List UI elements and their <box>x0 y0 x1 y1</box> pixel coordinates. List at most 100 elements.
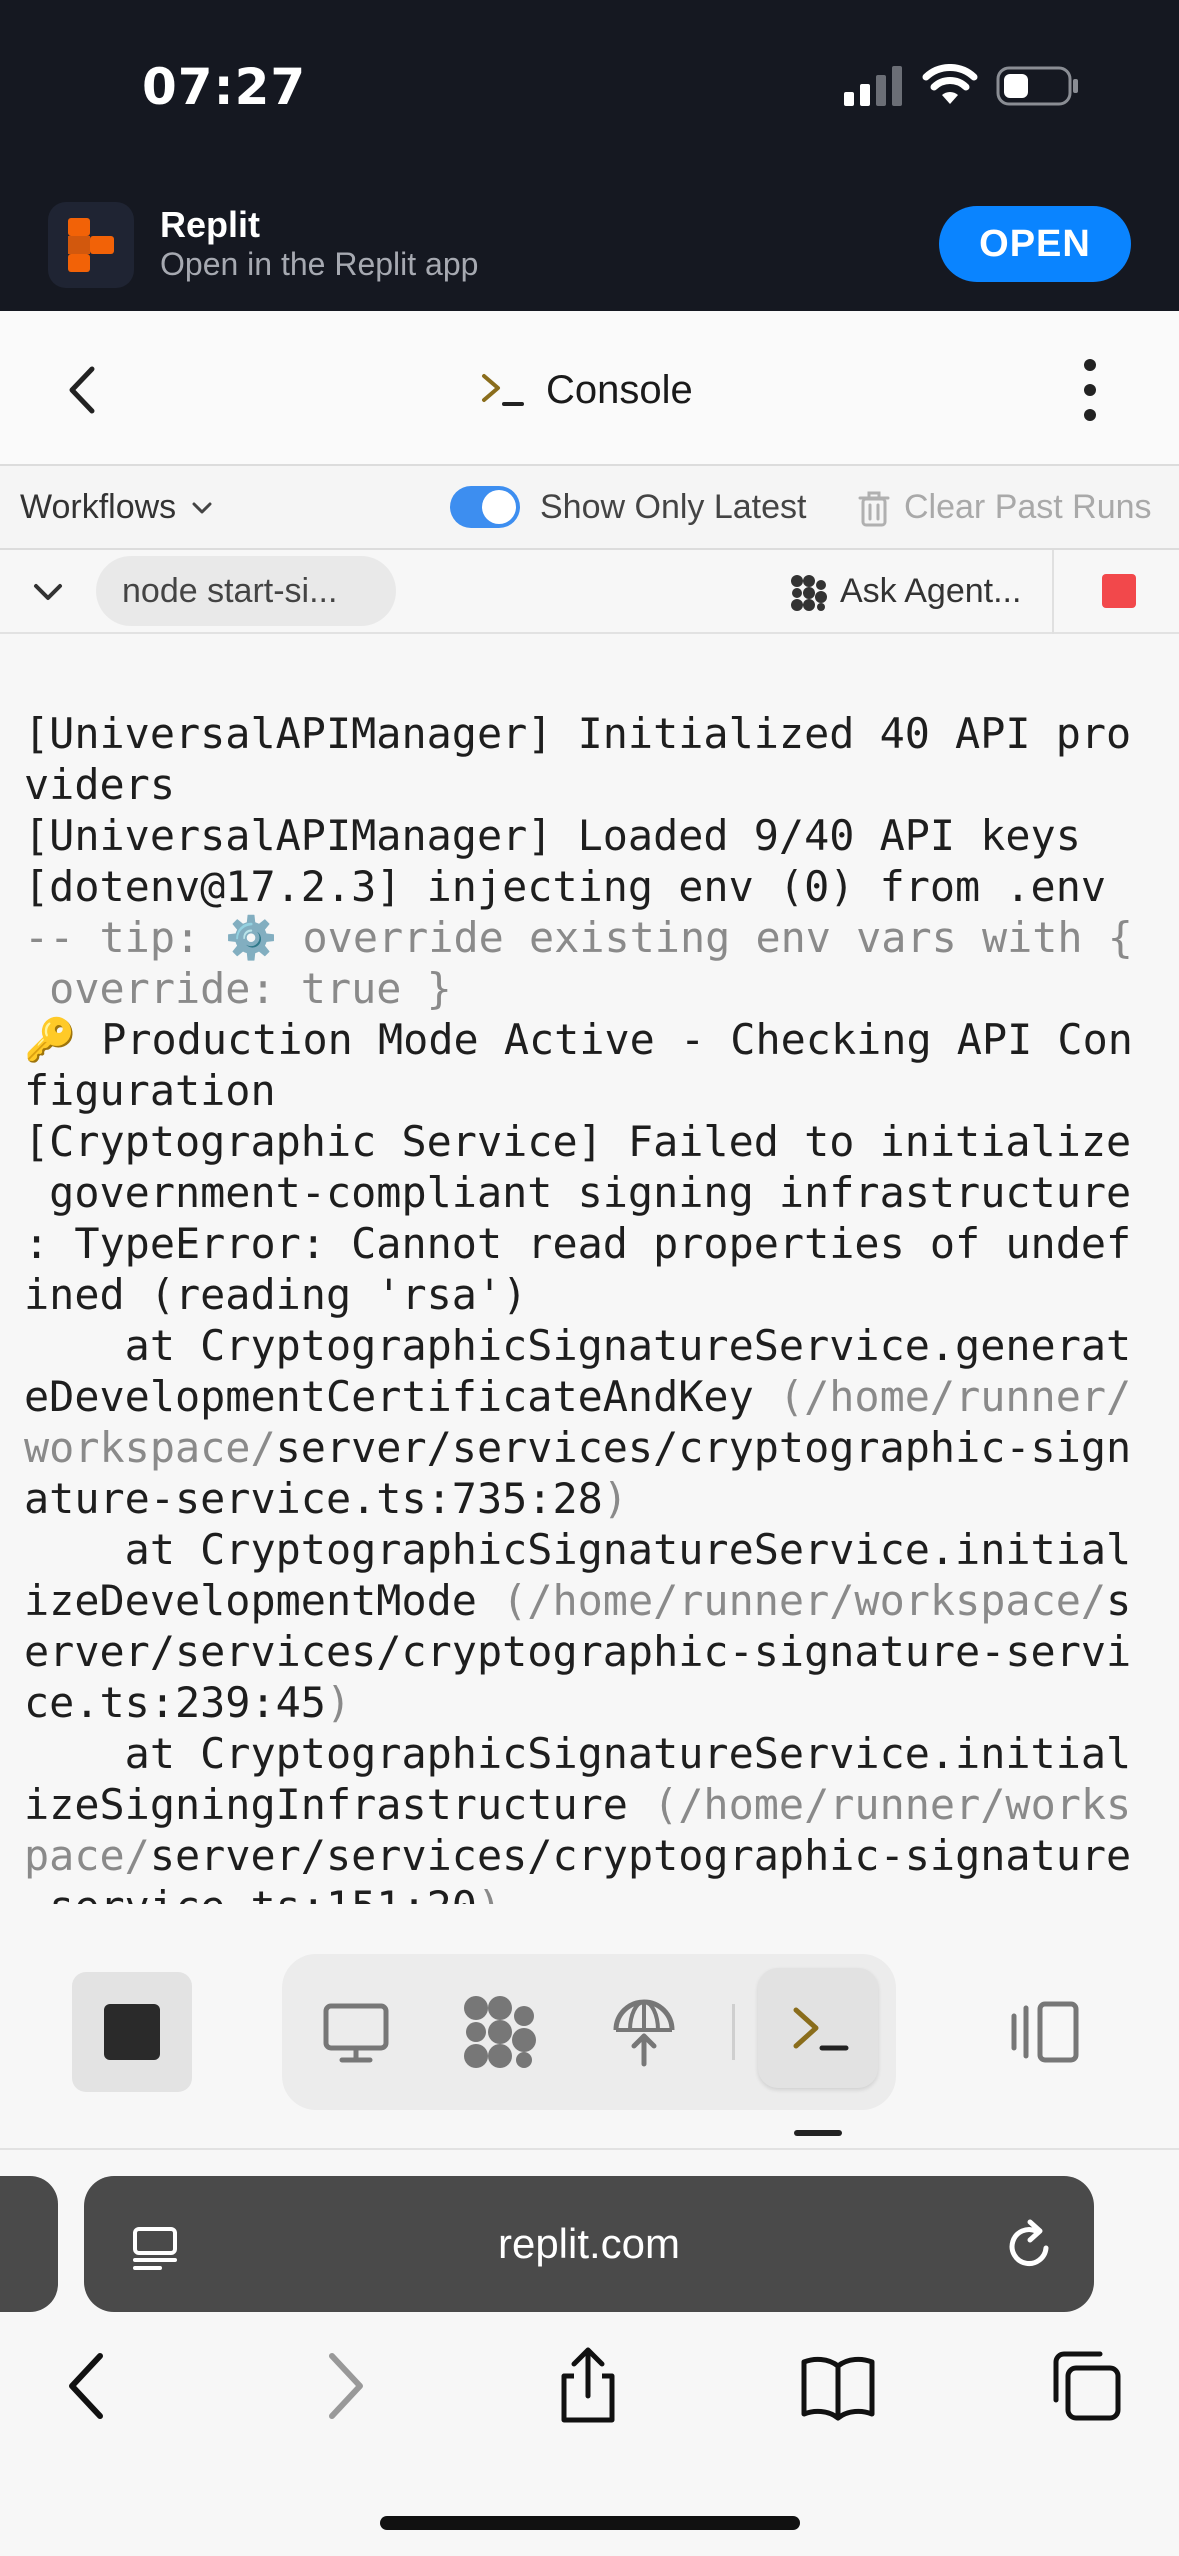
console-line: -- tip: ⚙️ override existing env vars wi… <box>24 912 1133 963</box>
console-text: [UniversalAPIManager] Loaded 9/40 API ke… <box>24 811 1081 860</box>
active-pane-indicator <box>794 2130 842 2136</box>
console-line: : TypeError: Cannot read properties of u… <box>24 1218 1133 1269</box>
console-text: viders <box>24 760 175 809</box>
status-time: 07:27 <box>142 58 307 116</box>
preview-monitor-icon[interactable] <box>316 1992 396 2072</box>
tabs-icon[interactable] <box>1046 2346 1126 2426</box>
status-and-banner: 07:27 Replit Open in the Replit app OPEN <box>0 0 1179 311</box>
console-text: workspace/ <box>24 1423 276 1472</box>
url-text: replit.com <box>497 2220 681 2267</box>
browser-back-icon[interactable] <box>50 2346 130 2426</box>
console-line: -service.ts:151:20) <box>24 1881 1133 1904</box>
console-header: Console <box>0 311 1179 466</box>
header-title-group: Console <box>480 363 693 417</box>
console-line: at CryptographicSignatureService.initial <box>24 1524 1133 1575</box>
console-line: at CryptographicSignatureService.initial <box>24 1728 1133 1779</box>
console-line: erver/services/cryptographic-signature-s… <box>24 1626 1133 1677</box>
stop-button[interactable] <box>72 1972 192 2092</box>
console-text: -- tip: ⚙️ override existing env vars wi… <box>24 913 1133 962</box>
console-text: eDevelopmentCertificateAndKey <box>24 1372 779 1421</box>
console-text: (/home/runner/ <box>778 1372 1132 1421</box>
console-line: izeDevelopmentMode (/home/runner/workspa… <box>24 1575 1133 1626</box>
console-line: ce.ts:239:45) <box>24 1677 1133 1728</box>
console-line: eDevelopmentCertificateAndKey (/home/run… <box>24 1371 1133 1422</box>
console-text: erver/services/cryptographic-signature-s… <box>24 1627 1132 1676</box>
reload-icon[interactable] <box>1002 2218 1058 2274</box>
show-only-latest-label: Show Only Latest <box>540 488 807 526</box>
console-text: at CryptographicSignatureService.generat <box>24 1321 1132 1370</box>
battery-icon <box>996 66 1078 106</box>
back-chevron-icon[interactable] <box>62 363 102 417</box>
console-line: ature-service.ts:735:28) <box>24 1473 1133 1524</box>
console-line: ined (reading 'rsa') <box>24 1269 1133 1320</box>
agent-icon <box>791 575 827 611</box>
console-text: override: true } <box>24 964 452 1013</box>
console-line: [dotenv@17.2.3] injecting env (0) from .… <box>24 861 1133 912</box>
console-line: government-compliant signing infrastruct… <box>24 1167 1133 1218</box>
console-text: ined (reading 'rsa') <box>24 1270 528 1319</box>
console-text: government-compliant signing infrastruct… <box>24 1168 1132 1217</box>
bookmarks-icon[interactable] <box>798 2346 878 2426</box>
cellular-signal-icon <box>844 66 902 106</box>
clear-past-runs-button[interactable]: Clear Past Runs <box>904 488 1152 527</box>
console-text: : TypeError: Cannot read properties of u… <box>24 1219 1132 1268</box>
console-text: [dotenv@17.2.3] injecting env (0) from .… <box>24 862 1107 911</box>
banner-title: Replit <box>160 204 261 245</box>
agent-pane-icon[interactable] <box>460 1992 540 2072</box>
console-text: -service.ts:151:20 <box>24 1882 477 1904</box>
share-icon[interactable] <box>548 2346 628 2426</box>
console-line: 🔑 Production Mode Active - Checking API … <box>24 1014 1133 1065</box>
console-text: [UniversalAPIManager] Initialized 40 API… <box>24 709 1132 758</box>
console-text: ature-service.ts:735:28 <box>24 1474 603 1523</box>
console-line: at CryptographicSignatureService.generat <box>24 1320 1133 1371</box>
console-text: ce.ts:239:45 <box>24 1678 326 1727</box>
console-line: workspace/server/services/cryptographic-… <box>24 1422 1133 1473</box>
chevron-down-icon <box>192 502 212 513</box>
console-text: izeSigningInfrastructure <box>24 1780 654 1829</box>
pane-switcher <box>282 1954 896 2110</box>
address-bar[interactable]: replit.com <box>84 2176 1094 2312</box>
console-text: server/services/cryptographic-signature <box>149 1831 1132 1880</box>
console-text: 🔑 Production Mode Active - Checking API … <box>24 1015 1133 1064</box>
console-text: ) <box>325 1678 352 1727</box>
workflows-dropdown[interactable]: Workflows <box>20 488 214 527</box>
replit-logo <box>48 202 134 288</box>
stop-run-button[interactable] <box>1102 574 1136 608</box>
open-app-button[interactable]: OPEN <box>939 206 1131 282</box>
console-text: figuration <box>24 1066 276 1115</box>
console-text: (/home/runner/workspace/ <box>502 1576 1107 1625</box>
show-only-latest-toggle[interactable] <box>450 486 520 528</box>
divider <box>732 2004 735 2060</box>
console-line: [UniversalAPIManager] Loaded 9/40 API ke… <box>24 810 1133 861</box>
console-text: izeDevelopmentMode <box>24 1576 503 1625</box>
console-prompt-icon <box>793 2007 849 2051</box>
previous-tab-preview[interactable] <box>0 2176 58 2312</box>
deploy-icon[interactable] <box>604 1992 684 2072</box>
console-output[interactable]: [UniversalAPIManager] Initialized 40 API… <box>0 634 1179 1904</box>
console-line: figuration <box>24 1065 1133 1116</box>
browser-forward-icon[interactable] <box>302 2346 382 2426</box>
console-text: (/home/runner/works <box>653 1780 1132 1829</box>
workflow-toolbar: Workflows Show Only Latest Clear Past Ru… <box>0 466 1179 550</box>
banner-subtitle: Open in the Replit app <box>160 246 479 282</box>
console-text: at CryptographicSignatureService.initial <box>24 1525 1132 1574</box>
page-title: Console <box>546 367 693 412</box>
divider <box>1052 550 1054 634</box>
console-pane-button[interactable] <box>758 1968 878 2088</box>
wifi-icon <box>922 64 978 104</box>
console-text: pace/ <box>24 1831 150 1880</box>
more-options-icon[interactable] <box>1070 357 1110 423</box>
console-line: [UniversalAPIManager] Initialized 40 API… <box>24 708 1133 759</box>
split-panels-icon[interactable] <box>1010 2000 1080 2064</box>
console-text: s <box>1106 1576 1132 1625</box>
run-row: node start-si... Ask Agent... <box>0 550 1179 634</box>
console-line: izeSigningInfrastructure (/home/runner/w… <box>24 1779 1133 1830</box>
console-line: [Cryptographic Service] Failed to initia… <box>24 1116 1133 1167</box>
run-command-pill[interactable]: node start-si... <box>96 556 396 626</box>
console-prompt-icon <box>482 374 524 406</box>
console-text: ) <box>602 1474 628 1523</box>
collapse-chevron-icon[interactable] <box>30 574 66 610</box>
ask-agent-button[interactable]: Ask Agent... <box>840 572 1021 611</box>
console-text: at CryptographicSignatureService.initial <box>24 1729 1132 1778</box>
console-text: server/services/cryptographic-sign <box>275 1423 1132 1472</box>
